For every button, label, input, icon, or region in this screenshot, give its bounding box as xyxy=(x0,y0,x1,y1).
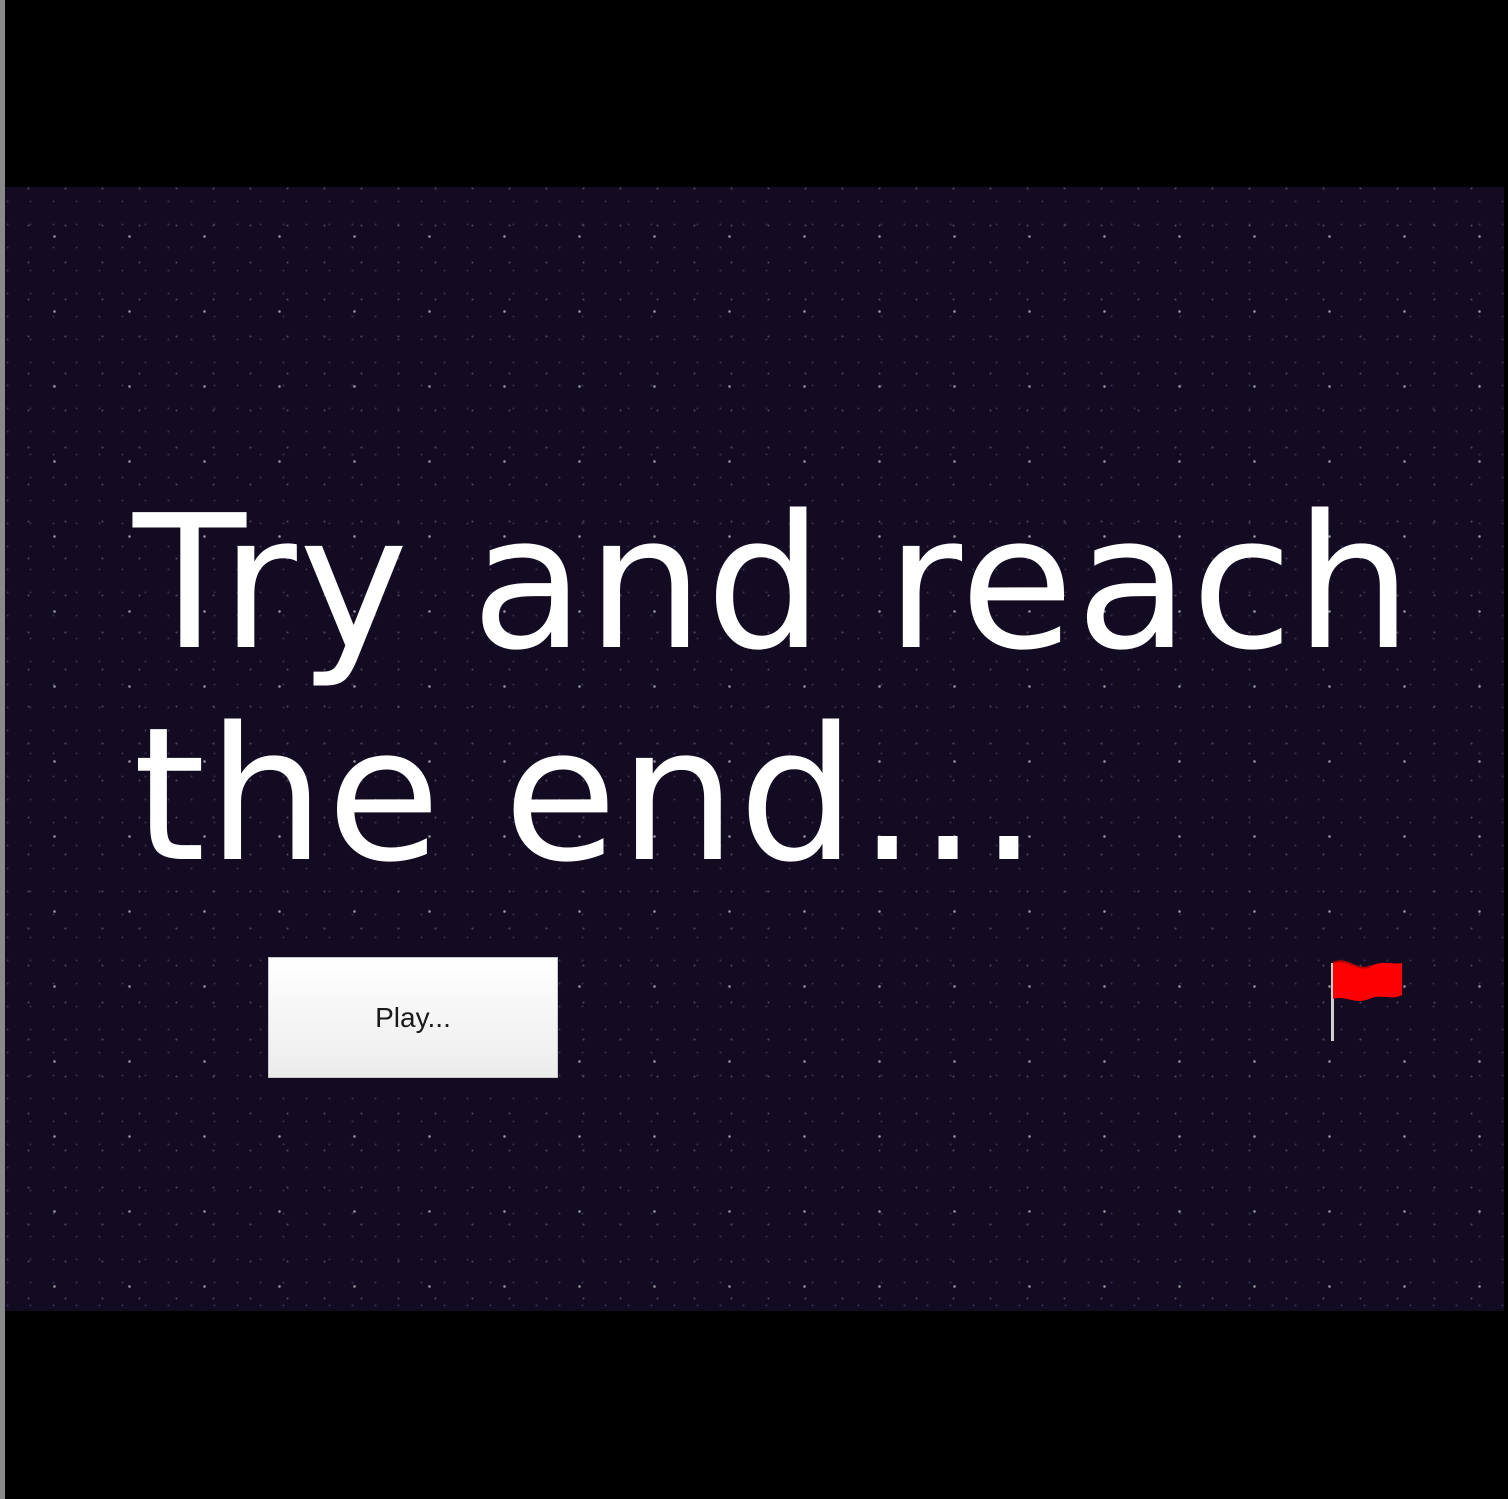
game-canvas[interactable]: Try and reach the end... Play... xyxy=(5,187,1504,1311)
letterbox-bottom xyxy=(5,1311,1508,1499)
game-title: Try and reach the end... xyxy=(133,475,1415,903)
red-flag-icon xyxy=(1323,957,1403,1047)
play-button[interactable]: Play... xyxy=(268,957,558,1078)
letterbox-top xyxy=(5,0,1508,187)
